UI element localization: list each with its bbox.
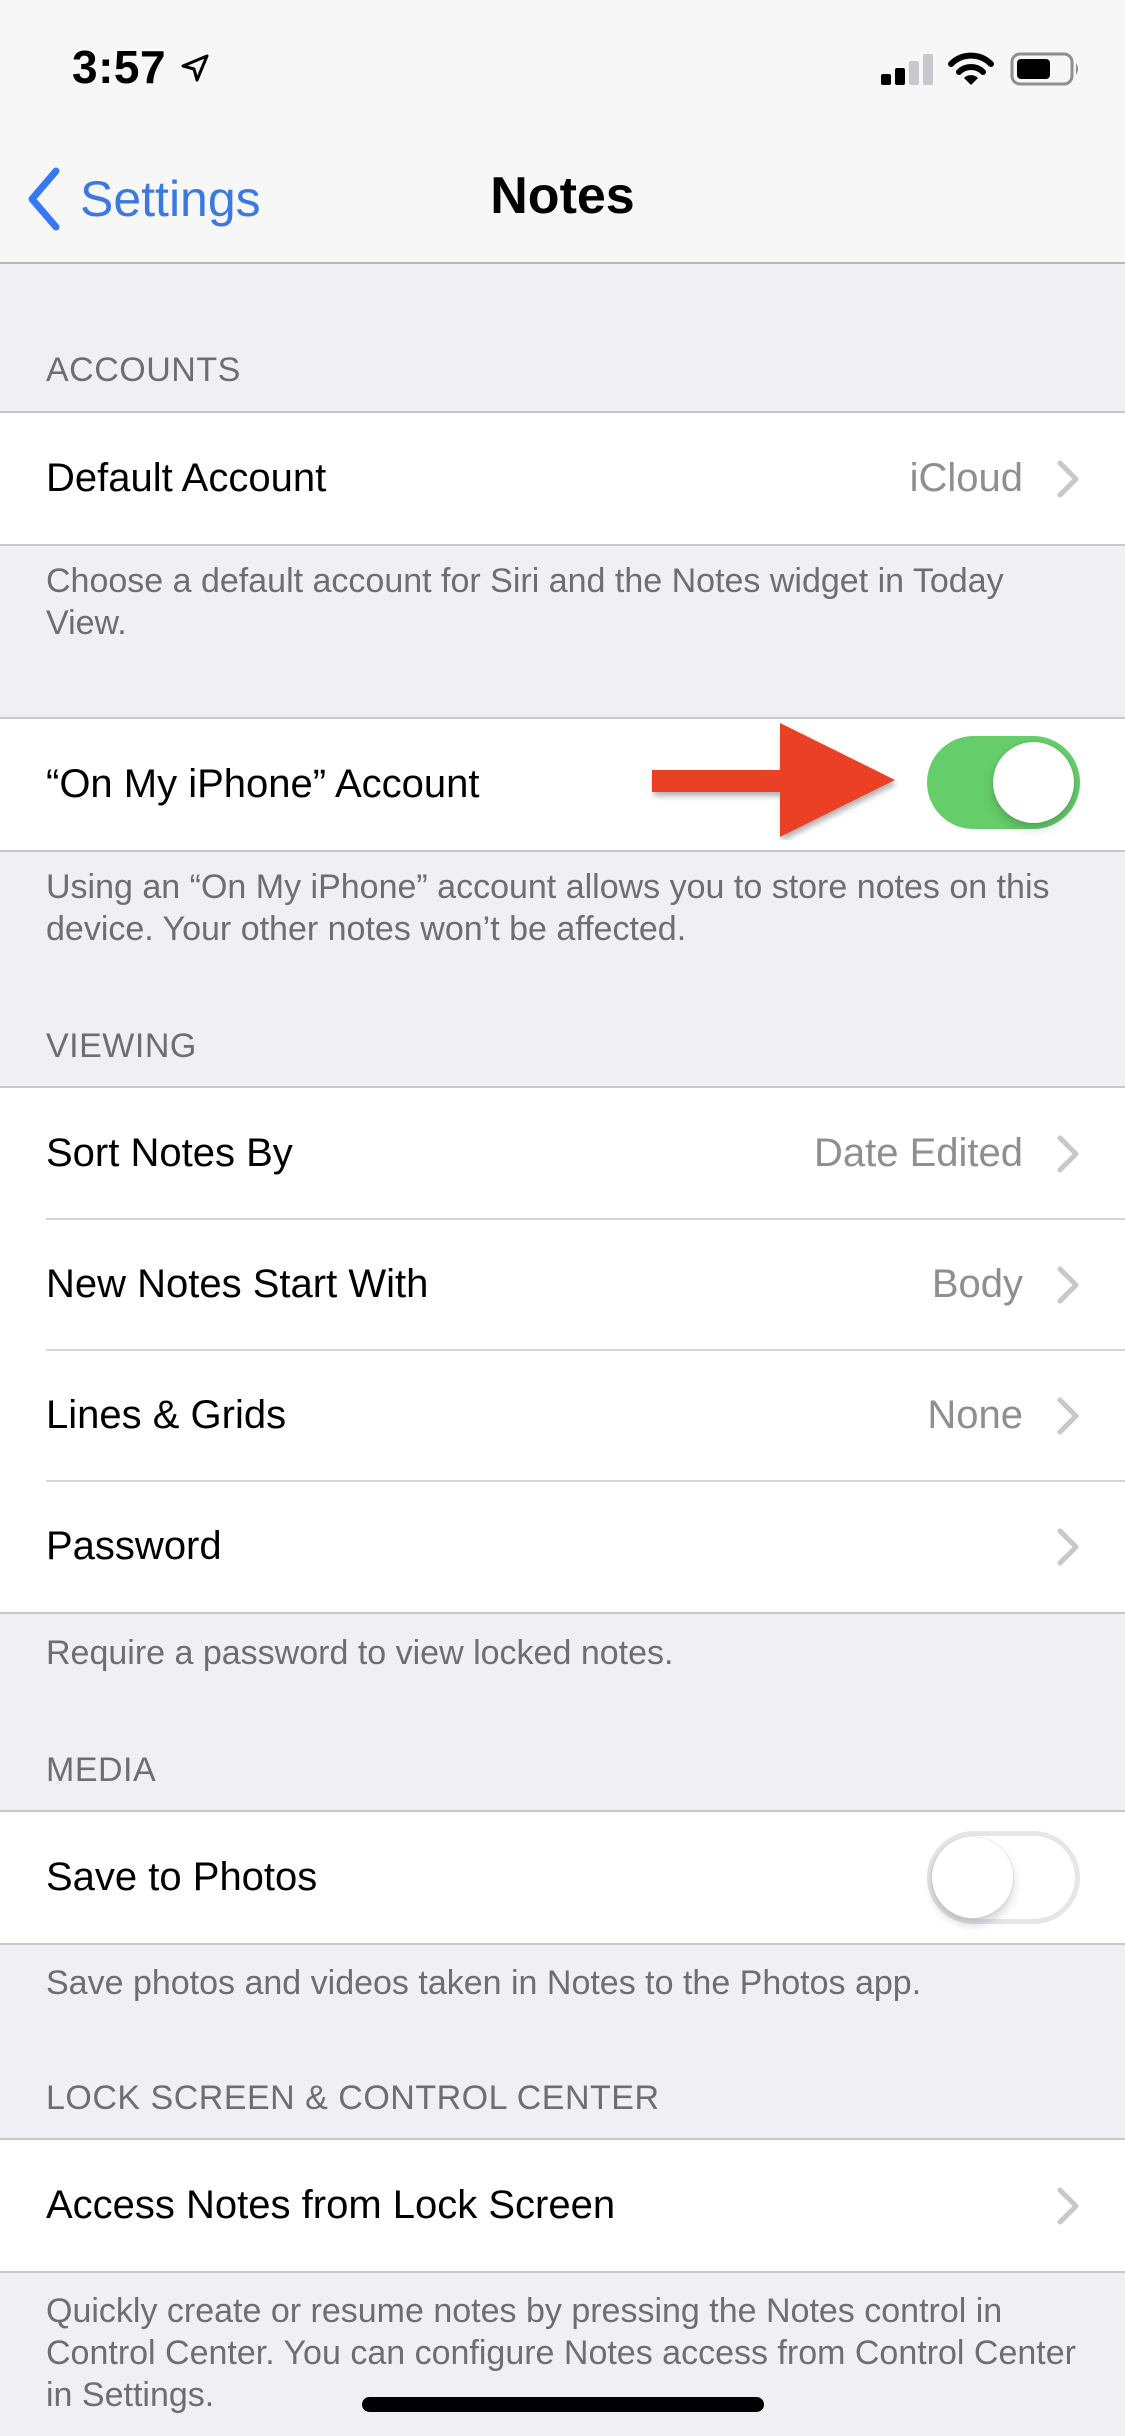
chevron-right-icon: [1057, 2187, 1079, 2224]
signal-bar: [881, 74, 891, 85]
row-value: None: [927, 1393, 1023, 1437]
signal-bar: [909, 61, 919, 85]
chevron-right-icon: [1057, 1528, 1079, 1565]
row-value: iCloud: [909, 456, 1023, 500]
row-label: Sort Notes By: [46, 1131, 293, 1175]
page-title: Notes: [490, 167, 635, 225]
section-header-media: MEDIA: [46, 1751, 157, 1789]
password-footer: Require a password to view locked notes.: [46, 1634, 674, 1672]
save-to-photos-toggle[interactable]: [927, 1831, 1080, 1924]
row-label: Save to Photos: [46, 1855, 318, 1899]
red-arrow-annotation: [652, 723, 895, 837]
status-time: 3:57: [72, 41, 167, 93]
chevron-right-icon: [1057, 1397, 1079, 1434]
media-group: Save to Photos: [0, 1810, 1125, 1945]
default-account-footer: Choose a default account for Siri and th…: [46, 562, 1004, 642]
row-label: New Notes Start With: [46, 1262, 429, 1306]
row-label: Lines & Grids: [46, 1393, 287, 1437]
section-header-lock-screen: LOCK SCREEN & CONTROL CENTER: [46, 2079, 660, 2117]
chevron-right-icon: [1057, 1135, 1079, 1172]
row-value: Date Edited: [813, 1131, 1023, 1175]
toggle-knob: [932, 1837, 1013, 1918]
default-account-row[interactable]: Default Account iCloud: [0, 413, 1125, 544]
row-label: Password: [46, 1524, 222, 1568]
section-header-accounts: ACCOUNTS: [46, 351, 241, 389]
sort-notes-by-row[interactable]: Sort Notes By Date Edited: [0, 1088, 1125, 1219]
lock-screen-group: Access Notes from Lock Screen: [0, 2138, 1125, 2273]
row-label: Access Notes from Lock Screen: [46, 2183, 616, 2227]
on-my-iphone-footer: Using an “On My iPhone” account allows y…: [46, 868, 1050, 948]
password-row[interactable]: Password: [0, 1480, 1125, 1612]
row-label: “On My iPhone” Account: [46, 762, 480, 806]
home-indicator[interactable]: [362, 2397, 764, 2412]
battery-icon: [1010, 52, 1078, 86]
signal-bar: [895, 68, 905, 85]
signal-bar: [923, 54, 933, 85]
row-value: Body: [931, 1262, 1023, 1306]
row-label: Default Account: [46, 456, 327, 500]
new-notes-start-with-row[interactable]: New Notes Start With Body: [0, 1218, 1125, 1350]
section-header-viewing: VIEWING: [46, 1027, 197, 1065]
viewing-group: Sort Notes By Date Edited New Notes Star…: [0, 1086, 1125, 1614]
location-arrow-icon: [181, 54, 209, 82]
accounts-group: Default Account iCloud: [0, 411, 1125, 546]
chevron-right-icon: [1057, 460, 1079, 497]
on-my-iphone-toggle[interactable]: [927, 736, 1080, 829]
toggle-knob: [993, 742, 1074, 823]
cellular-signal-icon: [881, 53, 935, 85]
on-my-iphone-group: “On My iPhone” Account: [0, 717, 1125, 852]
wifi-icon: [948, 52, 994, 85]
media-footer: Save photos and videos taken in Notes to…: [46, 1964, 922, 2002]
lines-grids-row[interactable]: Lines & Grids None: [0, 1349, 1125, 1481]
chevron-right-icon: [1057, 1266, 1079, 1303]
access-notes-lock-screen-row[interactable]: Access Notes from Lock Screen: [0, 2140, 1125, 2271]
